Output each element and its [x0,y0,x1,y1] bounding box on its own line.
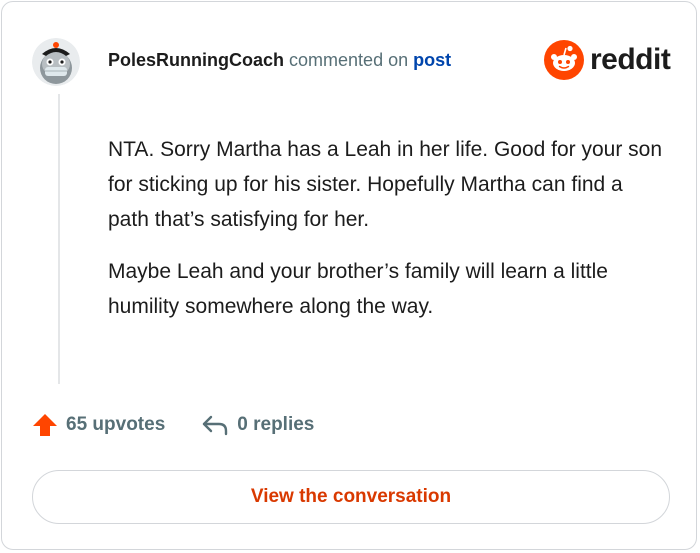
upvote-button[interactable]: 65 upvotes [32,412,165,438]
replies-count: 0 replies [237,414,315,435]
upvote-arrow-icon [33,414,57,436]
reply-arrow-icon [203,415,228,436]
thread-line [58,94,60,384]
comment-action-text: commented on [289,50,409,70]
reddit-wordmark: reddit [590,43,671,76]
author-username[interactable]: PolesRunningCoach [108,50,284,70]
snoo-avatar-icon [32,38,80,86]
view-conversation-button[interactable]: View the conversation [32,470,670,524]
reddit-logo[interactable]: reddit [544,40,671,80]
comment-body: NTA. Sorry Martha has a Leah in her life… [108,132,668,341]
upvote-count: 65 upvotes [66,414,166,435]
comment-paragraph-1: NTA. Sorry Martha has a Leah in her life… [108,138,663,231]
avatar[interactable] [32,38,80,86]
comment-header: PolesRunningCoach commented on post [108,48,451,72]
post-link[interactable]: post [413,50,451,70]
reddit-snoo-icon [544,40,584,80]
replies-button[interactable]: 0 replies [201,413,314,437]
comment-card: PolesRunningCoach commented on post redd… [1,1,697,550]
comment-paragraph-2: Maybe Leah and your brother’s family wil… [108,260,608,318]
comment-actions: 65 upvotes 0 replies [32,412,314,438]
